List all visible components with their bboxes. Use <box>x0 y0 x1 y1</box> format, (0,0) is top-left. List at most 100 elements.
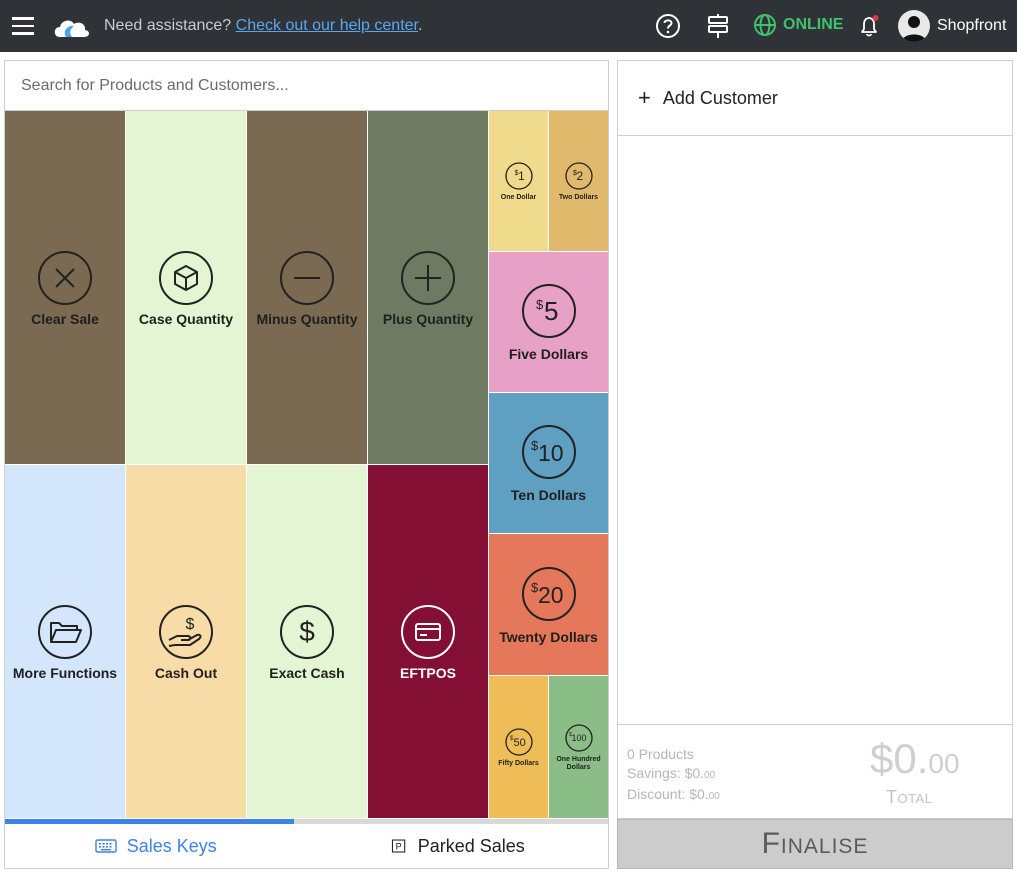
five-dollars-key[interactable]: $ 5 Five Dollars <box>489 252 608 392</box>
cash-hand-icon: $ <box>159 604 213 659</box>
avatar[interactable] <box>898 10 930 42</box>
one-hundred-dollars-key[interactable]: $ 100 One Hundred Dollars <box>549 676 608 818</box>
help-text-end: . <box>417 17 423 34</box>
eftpos-key[interactable]: EFTPOS <box>368 465 488 818</box>
folder-icon <box>38 604 92 659</box>
case-quantity-key[interactable]: Case Quantity <box>126 111 246 464</box>
key-label: Plus Quantity <box>382 310 474 327</box>
denomination-value: 5 <box>544 296 558 326</box>
exact-cash-key[interactable]: $ Exact Cash <box>247 465 367 818</box>
discount-cents: 00 <box>708 791 720 802</box>
denomination-value: 1 <box>518 169 525 183</box>
box-icon <box>159 250 213 305</box>
discount-amount: Discount: $0. <box>627 786 709 802</box>
twenty-dollars-key[interactable]: $ 20 Twenty Dollars <box>489 534 608 675</box>
cart-panel: + Add Customer 0 Products Savings: $0.00… <box>617 60 1013 869</box>
note-icon: $ 50 <box>504 727 533 756</box>
key-label: Ten Dollars <box>510 487 587 503</box>
two-dollars-key[interactable]: $ 2 Two Dollars <box>549 111 608 251</box>
note-icon: $ 5 <box>521 284 576 338</box>
fifty-dollars-key[interactable]: $ 50 Fifty Dollars <box>489 676 548 818</box>
denomination-value: 20 <box>538 582 564 608</box>
bell-icon[interactable] <box>856 13 882 39</box>
denomination-value: 10 <box>538 440 564 466</box>
plus-quantity-key[interactable]: Plus Quantity <box>368 111 488 464</box>
tab-label: Parked Sales <box>417 835 525 856</box>
card-icon <box>401 604 455 659</box>
key-label: Case Quantity <box>138 310 234 327</box>
key-label: Twenty Dollars <box>499 628 598 645</box>
note-icon: $ 100 <box>564 723 593 752</box>
menu-icon[interactable] <box>12 16 34 36</box>
minus-quantity-key[interactable]: Minus Quantity <box>247 111 367 464</box>
register-icon[interactable] <box>705 13 731 39</box>
tab-sales-keys[interactable]: Sales Keys <box>5 824 307 868</box>
cash-out-key[interactable]: $ Cash Out <box>126 465 246 818</box>
status-text: ONLINE <box>783 16 844 33</box>
add-customer-label: Add Customer <box>662 87 778 108</box>
sales-panel: Clear Sale Case Quantity Minus Quantity … <box>4 60 609 869</box>
key-label: Two Dollars <box>558 193 599 201</box>
top-bar: Need assistance? Check out our help cent… <box>0 0 1017 52</box>
svg-text:P: P <box>395 842 401 852</box>
key-label: Five Dollars <box>508 346 589 362</box>
add-customer-button[interactable]: + Add Customer <box>617 60 1013 136</box>
key-label: Exact Cash <box>269 664 345 681</box>
svg-text:$: $ <box>536 297 544 312</box>
user-icon <box>902 16 926 42</box>
minus-circle-icon <box>280 250 334 305</box>
note-icon: $ 20 <box>521 566 576 621</box>
tab-parked-sales[interactable]: P Parked Sales <box>307 824 609 868</box>
denomination-value: 100 <box>571 733 586 743</box>
key-label: EFTPOS <box>399 664 456 681</box>
key-label: Minus Quantity <box>256 310 358 327</box>
sales-keys-grid: Clear Sale Case Quantity Minus Quantity … <box>5 111 608 819</box>
key-label: Fifty Dollars <box>498 759 539 767</box>
product-count: 0 Products <box>627 746 694 762</box>
total-dollars: $0. <box>870 735 929 782</box>
total-amount: $0.00 <box>870 735 960 783</box>
sale-summary: 0 Products Savings: $0.00 Discount: $0.0… <box>617 724 1013 819</box>
savings-amount: Savings: $0. <box>627 765 705 781</box>
ten-dollars-key[interactable]: $ 10 Ten Dollars <box>489 393 608 533</box>
plus-icon: + <box>638 85 651 110</box>
savings-cents: 00 <box>704 770 716 781</box>
help-icon[interactable] <box>655 13 681 39</box>
plus-circle-icon <box>401 250 455 305</box>
user-name[interactable]: Shopfront <box>937 17 1006 35</box>
sale-details: 0 Products Savings: $0.00 Discount: $0.0… <box>627 745 720 806</box>
discount: Discount: $0.00 <box>627 785 720 806</box>
more-functions-key[interactable]: More Functions <box>5 465 125 818</box>
total-label: Total <box>886 787 933 807</box>
svg-text:$: $ <box>299 616 315 647</box>
denomination-value: 50 <box>513 737 525 749</box>
key-label: One Dollar <box>500 193 537 201</box>
tab-bar: Sales Keys P Parked Sales <box>5 824 608 868</box>
search-input[interactable] <box>5 61 608 111</box>
coin-icon: $ 1 <box>504 161 533 190</box>
globe-icon <box>754 14 776 36</box>
keyboard-icon <box>95 839 117 853</box>
help-text: Need assistance? <box>104 17 236 34</box>
savings: Savings: $0.00 <box>627 764 720 785</box>
coin-icon: $ 2 <box>564 161 593 190</box>
one-dollar-key[interactable]: $ 1 One Dollar <box>489 111 548 251</box>
help-message: Need assistance? Check out our help cent… <box>104 17 422 35</box>
svg-text:$: $ <box>186 616 195 633</box>
note-icon: $ 10 <box>521 425 576 479</box>
dollar-circle-icon: $ <box>280 604 334 659</box>
key-label: Clear Sale <box>31 310 99 327</box>
shopfront-logo[interactable] <box>52 13 92 41</box>
finalise-button[interactable]: Finalise <box>617 819 1013 869</box>
close-circle-icon <box>38 250 92 305</box>
key-label: More Functions <box>12 664 118 681</box>
connection-status[interactable]: ONLINE <box>753 13 843 37</box>
denomination-value: 2 <box>576 169 583 183</box>
total-cents: 00 <box>928 748 960 779</box>
cart-items-list <box>617 135 1013 725</box>
help-center-link[interactable]: Check out our help center <box>236 17 418 34</box>
key-label: Cash Out <box>154 664 218 681</box>
key-label: One Hundred Dollars <box>556 755 601 771</box>
parking-icon: P <box>391 839 405 853</box>
clear-sale-key[interactable]: Clear Sale <box>5 111 125 464</box>
